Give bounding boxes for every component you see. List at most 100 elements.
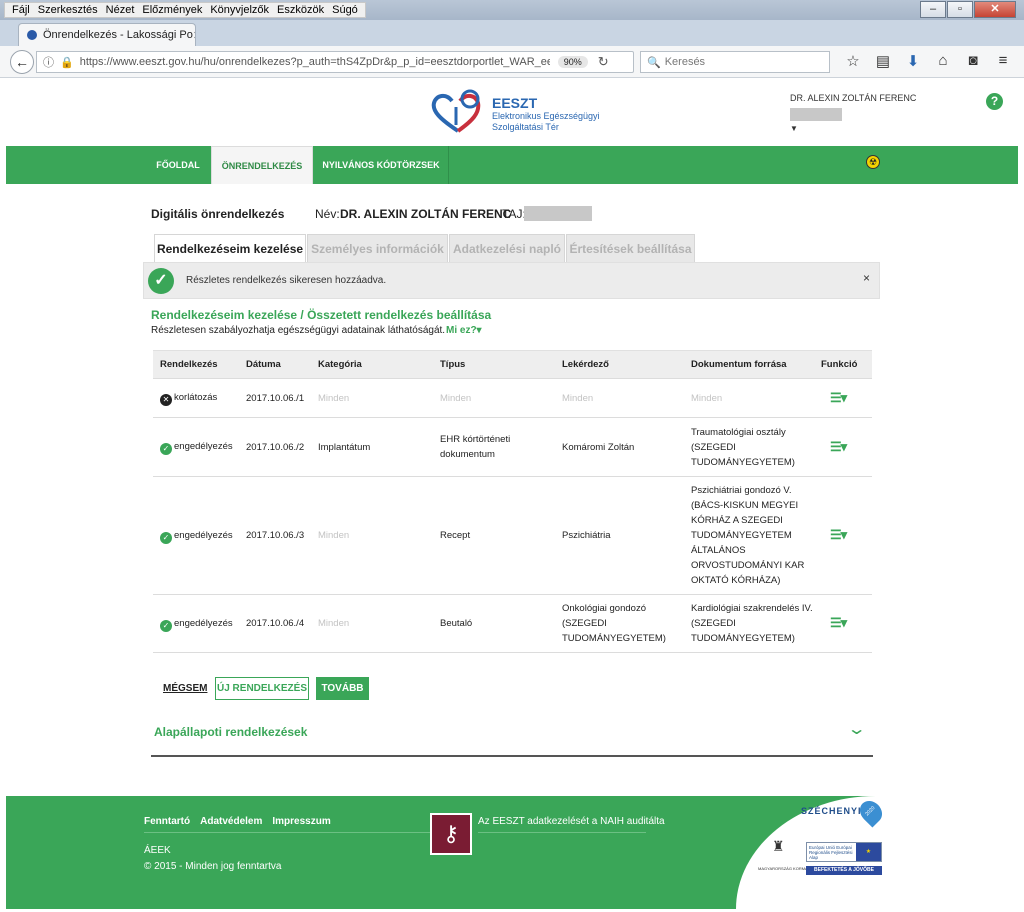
address-bar[interactable]: ⓘ 🔒 https://www.eeszt.gov.hu/hu/onrendel… [36,51,634,73]
col-header-function: Funkció [814,350,872,379]
status-text: engedélyezés [174,441,233,452]
lock-icon: 🔒 [60,56,74,69]
eeszt-logo[interactable]: EESZT Elektronikus Egészségügyi Szolgált… [430,89,610,139]
check-circle-icon: ✓ [148,268,174,294]
search-icon: 🔍 [647,56,661,69]
menu-help[interactable]: Súgó [328,3,362,17]
reload-icon[interactable]: ↻ [598,54,609,70]
nav-item-home[interactable]: FŐOLDAL [146,146,210,184]
menu-bookmarks[interactable]: Könyvjelzők [206,3,273,17]
minimize-button[interactable]: – [920,1,946,18]
nav-item-public-code-tables[interactable]: NYILVÁNOS KÓDTÖRZSEK [314,146,448,184]
col-header-category: Kategória [311,350,433,379]
zoom-indicator[interactable]: 90% [557,56,588,68]
bookmark-star-icon[interactable]: ☆ [838,52,868,70]
table-row: ✓ engedélyezés 2017.10.06./3 Minden Recep… [153,476,872,595]
alert-message: Részletes rendelkezés sikeresen hozzáadv… [186,275,387,286]
col-header-date: Dátuma [239,350,311,379]
cell-source: Traumatológiai osztály (SZEGEDI TUDOMÁNY… [684,417,814,477]
back-arrow-icon[interactable]: ← [10,50,34,74]
next-button[interactable]: TOVÁBB [316,677,369,700]
naih-key-icon[interactable]: ⚷ [430,813,472,855]
pocket-icon[interactable]: ◙ [958,52,988,70]
cell-type: Minden [433,378,555,418]
chevron-down-icon[interactable]: ⌄ [847,719,867,739]
cell-date: 2017.10.06./3 [239,476,311,595]
user-dropdown-icon[interactable]: ▼ [790,124,916,133]
site-page: EESZT Elektronikus Egészségügyi Szolgált… [6,79,1020,909]
what-is-this-link[interactable]: Mi ez?▾ [446,325,482,336]
col-header-source: Dokumentum forrása [684,350,814,379]
menu-edit[interactable]: Szerkesztés [34,3,102,17]
download-icon[interactable]: ⬇ [898,52,928,70]
window-controls: – ▫ ✕ [919,1,1016,18]
row-menu-icon[interactable]: ☰▾ [830,615,847,630]
new-disposition-button[interactable]: ÚJ RENDELKEZÉS [215,677,309,700]
cell-type: Beutaló [433,594,555,653]
tab-data-log[interactable]: Adatkezelési napló [449,234,565,263]
footer-link-maintainer[interactable]: Fenntartó [144,816,190,827]
table-header-row: Rendelkezés Dátuma Kategória Típus Lekér… [153,350,872,379]
home-icon[interactable]: ⌂ [928,52,958,70]
footer-link-imprint[interactable]: Impresszum [272,816,330,827]
browser-tab[interactable]: Önrendelkezés - Lakossági Po ✕ [18,23,196,46]
close-icon[interactable]: × [863,271,870,285]
taj-redacted [524,206,592,221]
table-row: ✓ engedélyezés 2017.10.06./2 Implantátum … [153,417,872,477]
brand-name: EESZT [492,95,538,111]
tab-personal-info[interactable]: Személyes információk [307,234,448,263]
cell-category: Implantátum [311,417,433,477]
site-footer: Fenntartó Adatvédelem Impresszum ÁEEK © … [6,796,1020,909]
page-title: Digitális önrendelkezés [151,207,285,221]
nav-item-self-disposal[interactable]: ÖNRENDELKEZÉS [211,146,313,184]
maximize-button[interactable]: ▫ [947,1,973,18]
menu-history[interactable]: Előzmények [138,3,206,17]
nav-separator [448,146,449,184]
accessibility-icon[interactable]: ☢ [866,155,880,169]
menu-tools[interactable]: Eszközök [273,3,328,17]
user-menu[interactable]: DR. ALEXIN ZOLTÁN FERENC ▼ [790,93,916,133]
col-header-type: Típus [433,350,555,379]
row-menu-icon[interactable]: ☰▾ [830,390,847,405]
footer-copyright: © 2015 - Minden jog fenntartva [144,861,282,872]
cancel-button[interactable]: MÉGSEM [163,683,207,694]
taj-label: TAJ: [502,207,526,221]
footer-link-privacy[interactable]: Adatvédelem [200,816,262,827]
site-header: EESZT Elektronikus Egészségügyi Szolgált… [6,79,1018,146]
check-icon: ✓ [160,531,172,544]
naih-audit-text[interactable]: Az EESZT adatkezelését a NAIH auditálta [478,816,665,827]
reading-list-icon[interactable]: ▤ [868,52,898,70]
cell-category: Minden [311,378,433,418]
cell-category: Minden [311,594,433,653]
cell-source: Kardiológiai szakrendelés IV. (SZEGEDI T… [684,594,814,653]
row-menu-icon[interactable]: ☰▾ [830,439,847,454]
status-text: engedélyezés [174,617,233,629]
brand-subtitle-line2: Szolgáltatási Tér [492,122,559,132]
url-text[interactable]: https://www.eeszt.gov.hu/hu/onrendelkeze… [80,56,550,68]
browser-tools: ☆ ▤ ⬇ ⌂ ◙ ≡ [838,52,1018,70]
menu-view[interactable]: Nézet [102,3,139,17]
szechenyi-badge: SZÉCHENYI 2020 ♜ MAGYARORSZÁG KORMÁNYA E… [736,796,1020,909]
brand-subtitle-line1: Elektronikus Egészségügyi [492,111,600,121]
cell-date: 2017.10.06./4 [239,594,311,653]
tab-manage-dispositions[interactable]: Rendelkezéseim kezelése [154,234,306,264]
help-icon[interactable]: ? [986,93,1003,110]
accordion-title[interactable]: Alapállapoti rendelkezések [154,725,307,739]
tab-close-icon[interactable]: ✕ [193,29,195,42]
row-menu-icon[interactable]: ☰▾ [830,527,847,542]
tab-notifications[interactable]: Értesítések beállítása [566,234,695,263]
navigation-toolbar: ← ⓘ 🔒 https://www.eeszt.gov.hu/hu/onrend… [0,46,1024,78]
check-icon: ✓ [160,619,172,632]
hamburger-menu-icon[interactable]: ≡ [988,52,1018,70]
close-window-button[interactable]: ✕ [974,1,1016,18]
user-name: DR. ALEXIN ZOLTÁN FERENC [790,93,917,103]
tab-strip: Önrendelkezés - Lakossági Po ✕ + [0,20,1024,61]
info-icon[interactable]: ⓘ [43,54,54,70]
footer-links: Fenntartó Adatvédelem Impresszum [144,816,331,827]
menu-file[interactable]: Fájl [8,3,34,17]
cell-category: Minden [311,476,433,595]
cell-disposition: ✓ engedélyezés [153,476,239,595]
search-input[interactable]: 🔍 Keresés [640,51,830,73]
cell-requester: Minden [555,378,684,418]
investment-label: BEFEKTETÉS A JÖVŐBE [806,866,882,875]
